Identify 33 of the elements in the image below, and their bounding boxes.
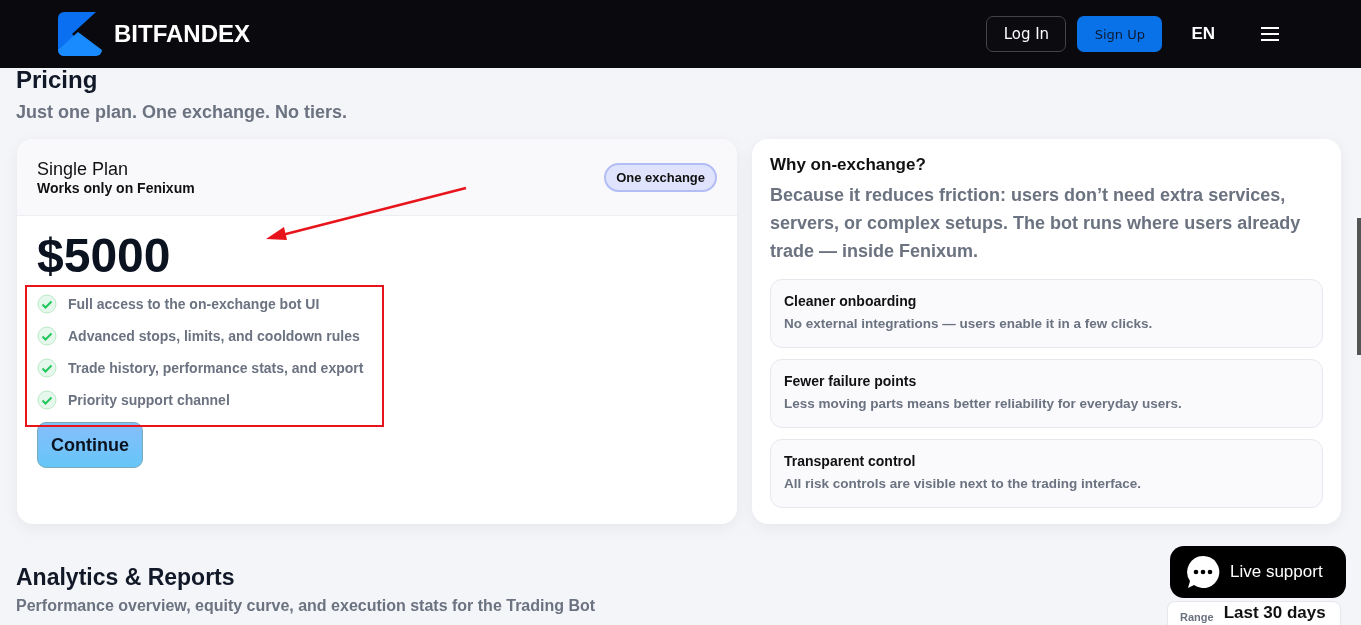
- continue-button[interactable]: Continue: [37, 422, 143, 468]
- language-button[interactable]: EN: [1191, 24, 1215, 44]
- benefit-text: No external integrations — users enable it in a few clicks.: [784, 316, 1154, 331]
- range-value: Last 30 days: [1223, 603, 1326, 623]
- plan-price: $5000: [37, 228, 172, 284]
- benefit-text: Less moving parts means better reliability for everyday users.: [784, 396, 1183, 411]
- feature-text: Advanced stops, limits, and cooldown rules: [68, 328, 360, 344]
- live-support-button[interactable]: Live support: [1170, 546, 1346, 598]
- plan-name: Single Plan: [37, 158, 130, 180]
- range-selector[interactable]: Range Last 30 days: [1167, 601, 1341, 625]
- login-button[interactable]: Log In: [986, 16, 1067, 52]
- menu-icon[interactable]: [1261, 27, 1279, 41]
- section-title: Pricing: [16, 68, 99, 92]
- section-subtitle: Performance overview, equity curve, and execution stats for the Trading Bot: [16, 597, 596, 615]
- feature-text: Priority support channel: [68, 392, 230, 408]
- plan-note: Works only on Fenixum: [37, 179, 195, 196]
- range-label: Range: [1180, 611, 1214, 623]
- section-title: Analytics & Reports: [16, 564, 236, 591]
- feature-text: Full access to the on-exchange bot UI: [68, 296, 320, 312]
- scrollbar-thumb[interactable]: [1357, 218, 1361, 355]
- section-subtitle: Just one plan. One exchange. No tiers.: [16, 102, 349, 123]
- card-text: Because it reduces friction: users don’t need extra services, servers, or complex setups. The bot runs where users already trade — inside Fenixum.: [770, 184, 1302, 263]
- exchange-badge: One exchange: [604, 162, 717, 192]
- benefit-title: Transparent control: [784, 453, 917, 469]
- benefit-title: Fewer failure points: [784, 373, 918, 389]
- chat-bubble-icon: [1186, 555, 1220, 589]
- benefit-text: All risk controls are visible next to the trading interface.: [784, 476, 1143, 491]
- brand-name[interactable]: BITFANDEX: [114, 20, 250, 48]
- benefit-title: Cleaner onboarding: [784, 293, 918, 309]
- card-title: Why on-exchange?: [770, 155, 927, 175]
- signup-button[interactable]: Sign Up: [1077, 16, 1163, 52]
- feature-text: Trade history, performance stats, and export: [68, 360, 364, 376]
- logo-icon: [58, 12, 102, 56]
